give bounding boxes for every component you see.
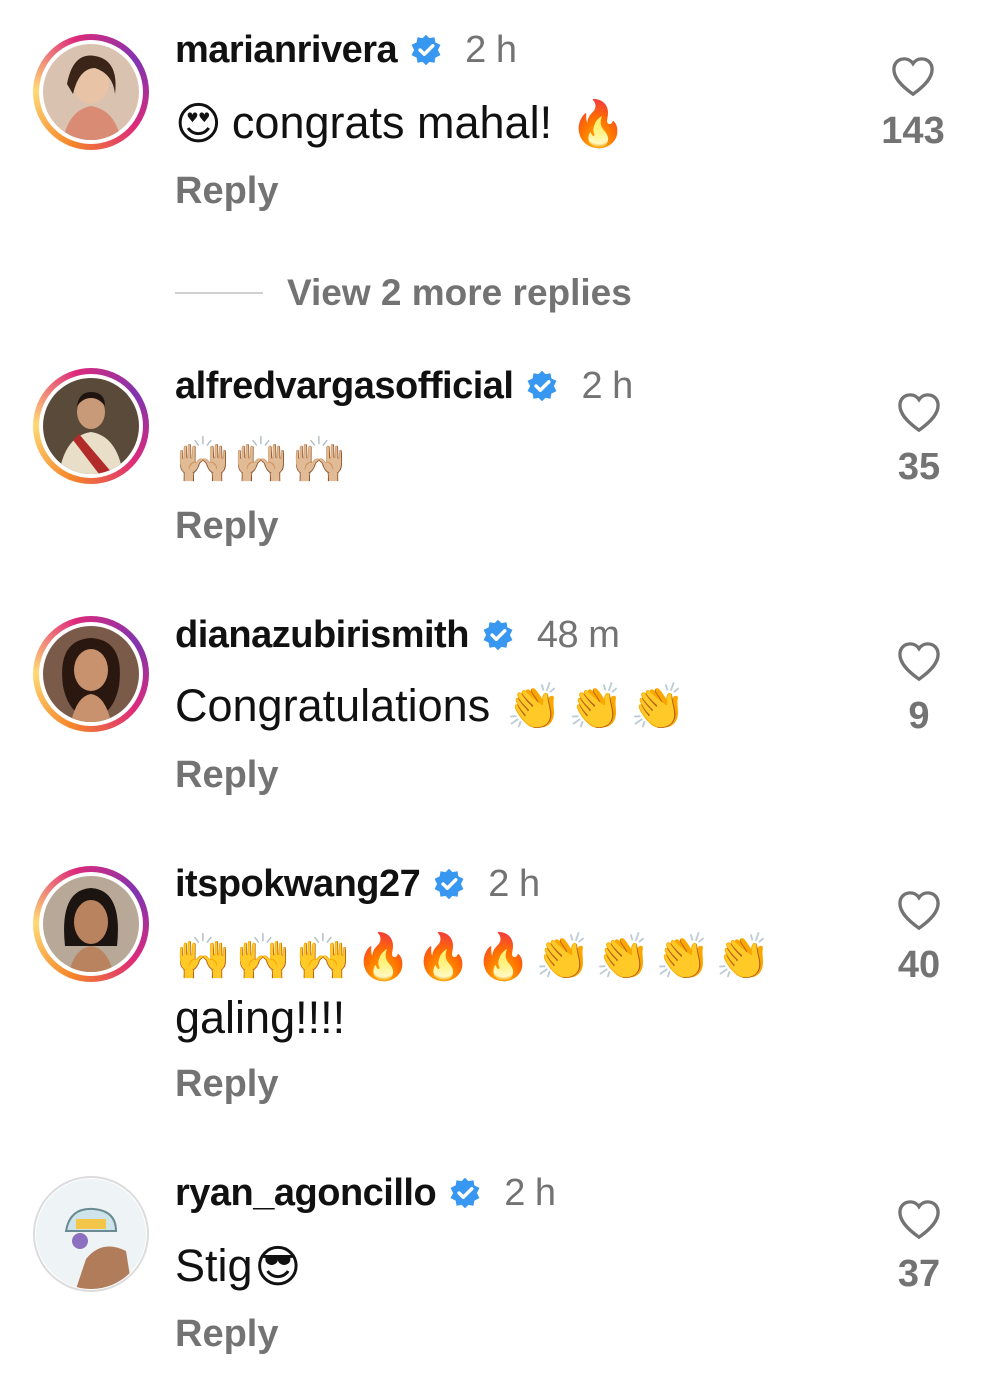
like-count: 40: [897, 944, 941, 986]
username[interactable]: ryan_agoncillo: [175, 1172, 437, 1215]
avatar[interactable]: [33, 1176, 149, 1292]
reply-button[interactable]: Reply: [175, 505, 278, 548]
view-more-replies-label[interactable]: View 2 more replies: [287, 272, 632, 314]
heart-outline-icon[interactable]: [896, 1199, 942, 1241]
heart-outline-icon[interactable]: [896, 392, 942, 434]
verified-badge-icon: [450, 1177, 480, 1209]
emoji: 😎: [254, 1239, 302, 1293]
heart-outline-icon[interactable]: [896, 641, 942, 683]
timestamp: 2 h: [488, 862, 540, 905]
verified-badge-icon: [528, 370, 557, 402]
heart-outline-icon[interactable]: [896, 890, 942, 932]
username[interactable]: itspokwang27: [175, 863, 421, 906]
reply-button[interactable]: Reply: [175, 754, 278, 797]
like-count: 9: [908, 695, 930, 737]
comment-text: congrats mahal!: [231, 97, 553, 148]
verified-badge-icon: [411, 34, 441, 66]
timestamp: 2 h: [504, 1171, 556, 1214]
avatar[interactable]: [33, 616, 149, 732]
like-count: 37: [897, 1253, 941, 1295]
comment-text: 🙌🏼🙌🏼🙌🏼: [175, 432, 350, 486]
timestamp: 2 h: [465, 28, 517, 71]
like-count: 35: [897, 446, 941, 488]
divider: [175, 292, 263, 294]
timestamp: 2 h: [581, 364, 633, 407]
username[interactable]: dianazubirismith: [175, 614, 469, 657]
view-more-replies[interactable]: View 2 more replies: [175, 272, 632, 314]
like-count: 143: [881, 110, 945, 152]
emoji: 🔥: [570, 96, 627, 150]
avatar[interactable]: [33, 866, 149, 982]
emoji: 😍: [175, 96, 222, 150]
emoji: 👏👏👏: [506, 679, 693, 733]
comment-text: Congratulations: [175, 680, 491, 731]
verified-badge-icon: [483, 619, 513, 651]
comment-text: 🙌🙌🙌🔥🔥🔥👏👏👏👏: [175, 929, 776, 983]
avatar[interactable]: [33, 368, 149, 484]
reply-button[interactable]: Reply: [175, 1313, 278, 1356]
comment-text-line-2: galing!!!!: [175, 992, 346, 1043]
timestamp: 48 m: [536, 613, 620, 656]
username[interactable]: alfredvargasofficial: [175, 365, 514, 408]
username[interactable]: marianrivera: [175, 29, 398, 72]
reply-button[interactable]: Reply: [175, 170, 278, 213]
avatar[interactable]: [33, 34, 149, 150]
heart-outline-icon[interactable]: [890, 56, 936, 98]
comment-text: Stig: [175, 1240, 253, 1291]
verified-badge-icon: [434, 868, 464, 900]
reply-button[interactable]: Reply: [175, 1063, 278, 1106]
